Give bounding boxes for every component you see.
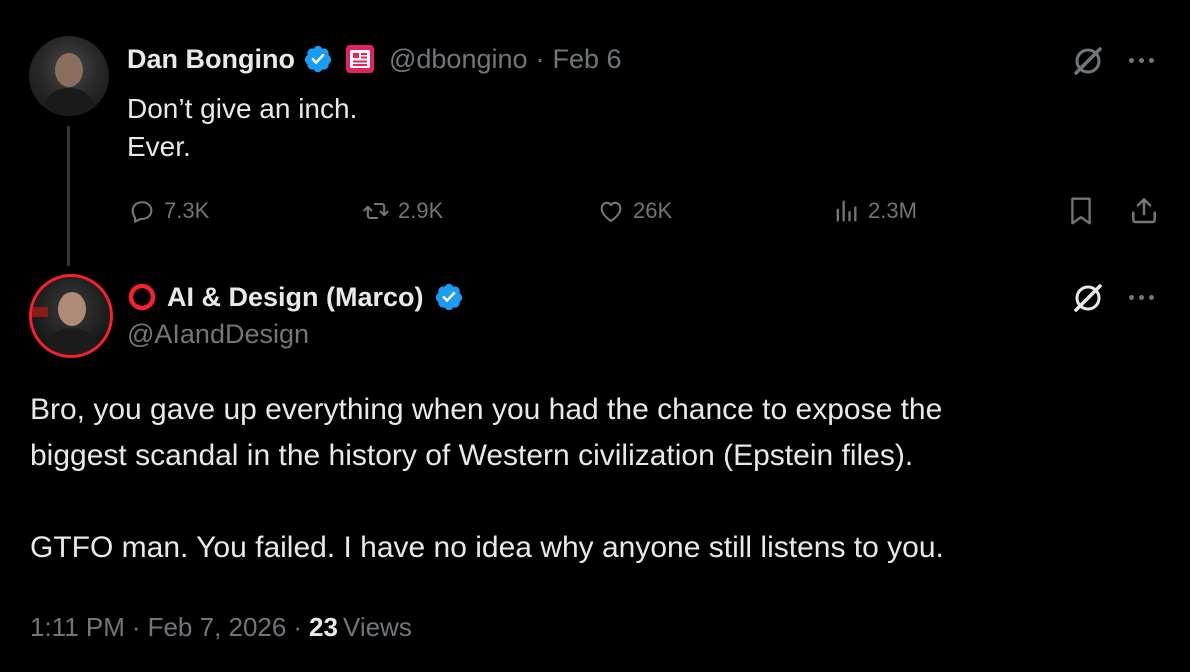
view-count: 2.3M <box>868 198 917 223</box>
tweet-date[interactable]: Feb 6 <box>553 44 622 75</box>
reply-tweet-text: Bro, you gave up everything when you had… <box>30 387 944 571</box>
like-count: 26K <box>633 198 673 223</box>
parent-header: Dan Bongino @dbongino · Feb 6 <box>127 40 622 78</box>
share-icon <box>1132 198 1156 224</box>
reply-views-label: Views <box>342 612 412 642</box>
author-name[interactable]: Dan Bongino <box>127 44 295 75</box>
reply-author-handle[interactable]: @AIandDesign <box>127 319 309 350</box>
verified-badge-icon[interactable] <box>434 282 464 312</box>
bookmark-button[interactable] <box>1066 195 1096 227</box>
red-circle-icon <box>128 283 156 311</box>
thread-connector-line <box>67 126 70 266</box>
repost-action[interactable]: 2.9K <box>362 197 443 225</box>
author-handle[interactable]: @dbongino <box>389 44 528 75</box>
parent-text-line-1: Don’t give an inch. <box>127 93 358 124</box>
reply-text-line-2: biggest scandal in the history of Wester… <box>30 439 914 472</box>
reply-meta: 1:11 PM · Feb 7, 2026 · 23 Views <box>30 612 412 643</box>
like-action[interactable]: 26K <box>597 197 672 225</box>
reply-text-line-3: GTFO man. You failed. I have no idea why… <box>30 531 944 564</box>
verified-badge-icon[interactable] <box>303 44 333 74</box>
reply-header: AI & Design (Marco) <box>127 278 464 316</box>
avatar-portrait-icon <box>41 53 97 116</box>
avatar-dan-bongino[interactable] <box>29 36 109 116</box>
reply-text-line-1: Bro, you gave up everything when you had… <box>30 393 943 426</box>
grok-icon <box>1074 47 1102 75</box>
more-icon[interactable] <box>1129 295 1154 300</box>
repost-count: 2.9K <box>398 198 444 223</box>
affiliate-badge-icon[interactable] <box>345 44 375 74</box>
reply-author-name[interactable]: AI & Design (Marco) <box>167 282 424 313</box>
parent-tweet-text: Don’t give an inch. Ever. <box>127 90 357 166</box>
grok-icon <box>1074 284 1102 312</box>
views-action[interactable]: 2.3M <box>832 197 917 225</box>
reply-views-count: 23 <box>309 612 338 642</box>
grok-button[interactable] <box>1070 280 1106 316</box>
reply-icon <box>131 201 153 223</box>
reply-action[interactable]: 7.3K <box>128 197 209 225</box>
parent-text-line-2: Ever. <box>127 131 191 162</box>
views-icon <box>836 200 857 222</box>
avatar-ai-and-design[interactable] <box>29 274 113 358</box>
grok-button[interactable] <box>1070 43 1106 79</box>
bookmark-icon <box>1071 197 1091 225</box>
repost-icon <box>363 202 389 220</box>
more-icon[interactable] <box>1129 58 1154 63</box>
reply-time[interactable]: 1:11 PM <box>30 612 125 643</box>
share-button[interactable] <box>1128 194 1160 226</box>
header-separator: · <box>535 43 545 74</box>
avatar-portrait-icon <box>32 292 99 355</box>
reply-count: 7.3K <box>164 198 210 223</box>
like-icon <box>600 201 622 222</box>
reply-date[interactable]: Feb 7, 2026 <box>148 612 287 643</box>
